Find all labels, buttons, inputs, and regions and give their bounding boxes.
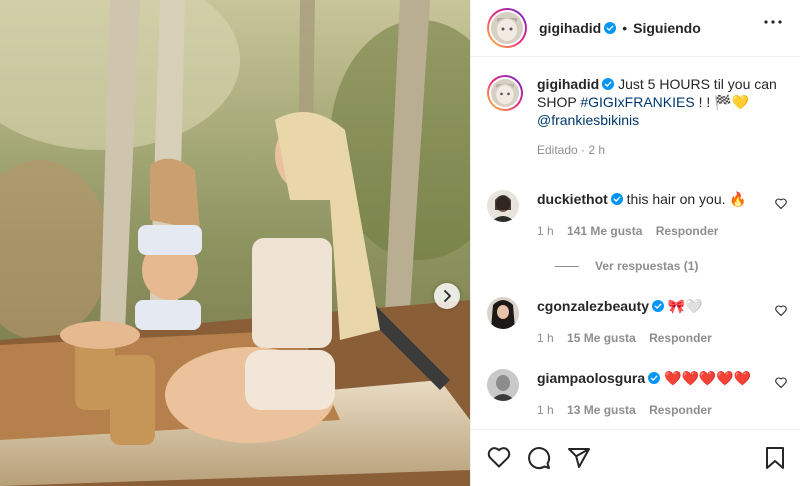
comment-username[interactable]: giampaolosgura xyxy=(537,370,645,386)
comment-reply-button[interactable]: Responder xyxy=(649,403,712,417)
post-photo xyxy=(0,0,470,486)
comment-reply-button[interactable]: Responder xyxy=(649,331,712,345)
replies-line xyxy=(555,265,579,267)
view-replies-label: Ver respuestas (1) xyxy=(595,259,699,273)
avatar-image xyxy=(491,12,523,44)
comment-text: this hair on you. 🔥 xyxy=(626,191,747,207)
verified-badge-icon xyxy=(604,22,617,34)
comment-time: 1 h xyxy=(537,403,554,417)
comment-avatar[interactable] xyxy=(487,297,519,329)
comment-like-icon[interactable] xyxy=(775,305,787,316)
comment-meta: 1 h 141 Me gusta Responder xyxy=(537,224,718,238)
heart-icon[interactable] xyxy=(487,446,511,468)
comment-meta: 1 h 13 Me gusta Responder xyxy=(537,403,712,417)
post-actions-bar xyxy=(471,429,800,486)
caption-tail: ! ! 🏁💛 xyxy=(698,94,749,110)
comment-avatar[interactable] xyxy=(487,190,519,222)
comment-meta: 1 h 15 Me gusta Responder xyxy=(537,331,712,345)
comment-likes[interactable]: 141 Me gusta xyxy=(567,224,642,238)
comment-likes[interactable]: 15 Me gusta xyxy=(567,331,636,345)
caption-avatar[interactable] xyxy=(487,75,523,111)
post-header: gigihadid • Siguiendo xyxy=(471,0,800,57)
post-media[interactable] xyxy=(0,0,470,486)
comment-avatar[interactable] xyxy=(487,369,519,401)
comment-like-icon[interactable] xyxy=(775,377,787,388)
comment-time: 1 h xyxy=(537,224,554,238)
next-media-button[interactable] xyxy=(434,283,460,309)
caption-hashtag[interactable]: #GIGIxFRANKIES xyxy=(580,94,694,110)
comment-text: 🎀🤍 xyxy=(667,298,703,314)
comment-item: cgonzalezbeauty 🎀🤍 1 h 15 Me gusta Respo… xyxy=(487,297,787,347)
view-replies-button[interactable]: Ver respuestas (1) xyxy=(555,259,698,273)
share-icon[interactable] xyxy=(567,446,591,470)
comment-icon[interactable] xyxy=(527,446,551,470)
verified-badge-icon xyxy=(610,193,623,205)
verified-badge-icon xyxy=(602,78,615,90)
comment-text: ❤️❤️❤️❤️❤️ xyxy=(664,370,752,386)
post-view: gigihadid • Siguiendo gigihadid Just 5 H… xyxy=(0,0,800,486)
comment-username[interactable]: duckiethot xyxy=(537,191,608,207)
post-panel: gigihadid • Siguiendo gigihadid Just 5 H… xyxy=(470,0,800,486)
comments-section[interactable]: gigihadid Just 5 HOURS til you can SHOP … xyxy=(471,57,800,429)
author-username[interactable]: gigihadid xyxy=(539,20,601,36)
chevron-right-icon xyxy=(444,290,451,302)
verified-badge-icon xyxy=(652,300,665,312)
caption-username[interactable]: gigihadid xyxy=(537,76,599,92)
comment-likes[interactable]: 13 Me gusta xyxy=(567,403,636,417)
comment-item: duckiethot this hair on you. 🔥 1 h 141 M… xyxy=(487,190,787,273)
verified-badge-icon xyxy=(648,372,661,384)
comment-reply-button[interactable]: Responder xyxy=(656,224,719,238)
author-avatar[interactable] xyxy=(487,8,527,48)
comment-item: giampaolosgura ❤️❤️❤️❤️❤️ 1 h 13 Me gust… xyxy=(487,369,787,419)
more-horizontal-icon[interactable] xyxy=(764,20,782,24)
caption-text: gigihadid Just 5 HOURS til you can SHOP … xyxy=(537,75,787,159)
comment-time: 1 h xyxy=(537,331,554,345)
comment-like-icon[interactable] xyxy=(775,198,787,209)
following-button[interactable]: Siguiendo xyxy=(633,20,701,36)
bookmark-icon[interactable] xyxy=(765,446,785,470)
comment-username[interactable]: cgonzalezbeauty xyxy=(537,298,649,314)
caption-mention[interactable]: @frankiesbikinis xyxy=(537,112,639,128)
edited-timestamp: Editado · 2 h xyxy=(537,143,606,157)
separator-dot: • xyxy=(622,20,628,36)
avatar-image xyxy=(491,79,519,107)
